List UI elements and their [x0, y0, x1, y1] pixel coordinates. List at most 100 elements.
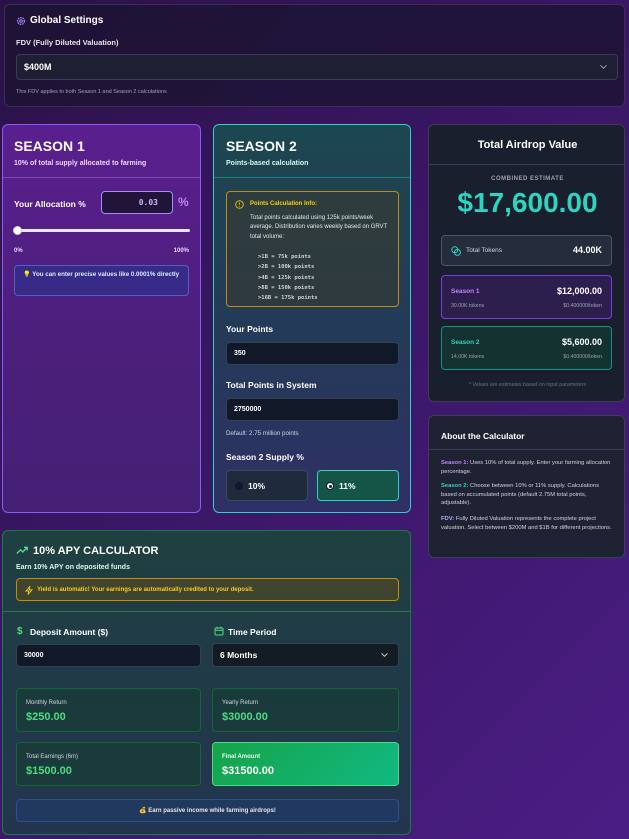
- your-points-label: Your Points: [226, 324, 274, 334]
- season1-subtitle: 10% of total supply allocated to farming: [14, 160, 147, 167]
- season2-subtitle: Points-based calculation: [226, 160, 309, 167]
- tier-item: >8B = 150k points: [258, 284, 315, 291]
- season1-summary-value: $12,000.00: [556, 286, 602, 296]
- apy-footer: 💰 Earn passive income while farming aird…: [16, 799, 399, 822]
- season2-summary-value: $5,600.00: [561, 337, 602, 347]
- total-earnings-box: Total Earnings (6m) $1500.00: [16, 742, 201, 786]
- supply-label: Season 2 Supply %: [226, 452, 304, 462]
- fdv-label: FDV (Fully Diluted Valuation): [16, 38, 119, 47]
- total-points-input[interactable]: 2750000: [226, 398, 399, 421]
- total-tokens-value: 44.00K: [572, 245, 602, 255]
- total-earnings-value: $1500.00: [26, 765, 72, 777]
- supply-option-10-label: 10%: [248, 481, 266, 491]
- apy-card: 10% APY CALCULATOR Earn 10% APY on depos…: [2, 530, 411, 835]
- airdrop-total-value: $17,600.00: [457, 187, 598, 218]
- fdv-select[interactable]: $400M: [16, 54, 618, 80]
- global-settings-title: Global Settings: [30, 15, 104, 26]
- apy-auto-note-text: Yield is automatic! Your earnings are au…: [37, 587, 254, 593]
- season1-summary: Season 1 $12,000.00 30.00K tokens $0.400…: [441, 275, 612, 319]
- points-info-text: Total points calculated using 125k point…: [250, 215, 388, 240]
- about-season1: Season 1: Uses 10% of total supply. Ente…: [441, 459, 616, 476]
- airdrop-title: Total Airdrop Value: [477, 139, 578, 151]
- monthly-return-value: $250.00: [26, 711, 66, 723]
- monthly-return-box: Monthly Return $250.00: [16, 688, 201, 732]
- combined-label: COMBINED ESTIMATE: [491, 176, 564, 182]
- apy-auto-note: Yield is automatic! Your earnings are au…: [16, 578, 399, 601]
- deposit-input[interactable]: 30000: [16, 644, 201, 667]
- period-label: Time Period: [228, 627, 277, 637]
- season1-summary-label: Season 1: [451, 288, 480, 295]
- airdrop-divider: [429, 164, 624, 165]
- about-season2-key: Season 2:: [441, 483, 469, 489]
- allocation-input-value: 0.03: [138, 198, 158, 207]
- airdrop-note: * Values are estimates based on input pa…: [468, 382, 587, 388]
- total-earnings-label: Total Earnings (6m): [26, 754, 79, 760]
- allocation-label: Your Allocation %: [14, 199, 86, 209]
- dollar-icon: $: [17, 626, 23, 637]
- season2-card: SEASON 2 Points-based calculation Points…: [213, 124, 411, 513]
- yearly-return-box: Yearly Return $3000.00: [212, 688, 399, 732]
- about-fdv-key: FDV:: [441, 516, 455, 522]
- season1-divider: [3, 177, 200, 178]
- season2-summary-tokens: 14.00K tokens: [451, 354, 485, 360]
- total-points-label: Total Points in System: [226, 380, 317, 390]
- total-tokens-label: Total Tokens: [466, 247, 503, 254]
- about-fdv: FDV: Fully Diluted Valuation represents …: [441, 515, 616, 532]
- info-icon: [235, 200, 244, 209]
- points-info-box: Points Calculation Info: Total points ca…: [226, 191, 399, 307]
- about-divider: [429, 449, 624, 450]
- apy-title: 10% APY CALCULATOR: [33, 545, 159, 557]
- allocation-slider-track[interactable]: [17, 229, 190, 232]
- season1-title: SEASON 1: [14, 138, 85, 154]
- slider-min-label: 0%: [14, 248, 23, 254]
- slider-max-label: 100%: [173, 248, 189, 254]
- final-amount-value: $31500.00: [222, 765, 274, 777]
- apy-divider: [3, 611, 410, 612]
- period-select[interactable]: 6 Months: [212, 643, 399, 667]
- yearly-return-label: Yearly Return: [222, 700, 259, 706]
- supply-option-10[interactable]: 10%: [226, 470, 308, 501]
- tier-item: >1B = 75k points: [258, 254, 311, 260]
- lightning-icon: [25, 586, 33, 595]
- final-amount-box: Final Amount $31500.00: [212, 742, 399, 786]
- supply-option-11[interactable]: 11%: [317, 470, 399, 501]
- allocation-input[interactable]: 0.03: [101, 191, 173, 214]
- season1-summary-tokens: 30.00K tokens: [451, 303, 485, 309]
- period-select-value: 6 Months: [220, 650, 258, 660]
- calendar-icon: [214, 626, 224, 636]
- supply-option-11-label: 11%: [339, 481, 356, 491]
- season2-summary-price: $0.400000/token: [563, 354, 602, 360]
- tier-item: >16B = 175k points: [258, 295, 318, 302]
- chevron-down-icon: [381, 652, 388, 658]
- yearly-return-value: $3000.00: [222, 711, 268, 723]
- season2-title: SEASON 2: [226, 138, 297, 154]
- season2-summary: Season 2 $5,600.00 14.00K tokens $0.4000…: [441, 326, 612, 370]
- season1-summary-price: $0.400000/token: [563, 303, 602, 309]
- radio-checked: [326, 482, 334, 490]
- your-points-value: 350: [234, 350, 246, 357]
- about-title: About the Calculator: [441, 431, 525, 441]
- airdrop-card: Total Airdrop Value COMBINED ESTIMATE $1…: [428, 124, 625, 402]
- deposit-label: Deposit Amount ($): [30, 627, 109, 637]
- about-season1-key: Season 1:: [441, 460, 469, 466]
- season1-tip: 💡 You can enter precise values like 0.00…: [14, 265, 189, 296]
- allocation-slider-thumb[interactable]: [13, 226, 23, 235]
- about-card: About the Calculator Season 1: Uses 10% …: [428, 415, 625, 558]
- season1-tip-text: 💡 You can enter precise values like 0.00…: [23, 271, 180, 278]
- total-tokens-row: Total Tokens 44.00K: [441, 235, 612, 266]
- percent-sign: %: [178, 195, 189, 209]
- apy-subtitle: Earn 10% APY on deposited funds: [16, 564, 130, 571]
- trending-up-icon: [16, 546, 28, 554]
- season2-summary-label: Season 2: [451, 339, 480, 346]
- global-settings-card: Global Settings FDV (Fully Diluted Valua…: [4, 4, 625, 107]
- monthly-return-label: Monthly Return: [26, 700, 67, 706]
- radio-unchecked: [235, 482, 243, 490]
- final-amount-label: Final Amount: [222, 754, 261, 760]
- apy-footer-text: 💰 Earn passive income while farming aird…: [139, 808, 276, 814]
- deposit-input-value: 30000: [24, 652, 44, 659]
- tier-item: >2B = 100k points: [258, 264, 315, 271]
- chevron-down-icon: [600, 64, 607, 70]
- tier-item: >4B = 125k points: [258, 274, 315, 281]
- about-season2: Season 2: Choose between 10% or 11% supp…: [441, 482, 616, 508]
- your-points-input[interactable]: 350: [226, 342, 399, 365]
